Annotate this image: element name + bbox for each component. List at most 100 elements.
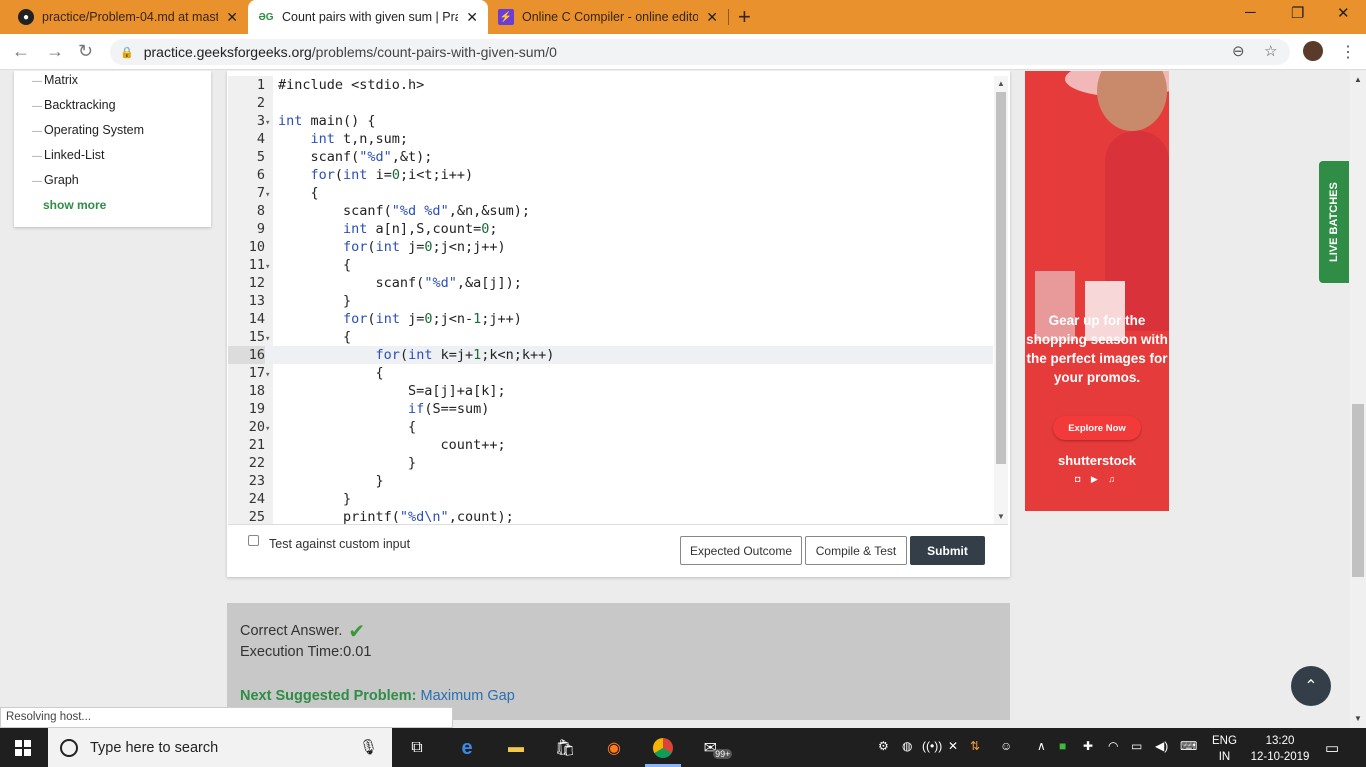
chevron-up-icon[interactable]: ∧	[1037, 739, 1046, 753]
code-editor[interactable]: 1 #include <stdio.h> 2 3▾ int main() {4 in…	[228, 76, 1008, 525]
task-view-icon[interactable]: ⧉	[405, 736, 429, 760]
people-icon[interactable]: ☺	[1000, 739, 1012, 753]
zoom-icon[interactable]: ⊖	[1232, 42, 1245, 60]
code-line[interactable]: 11▾ {	[228, 256, 993, 274]
code-line[interactable]: 3▾ int main() {	[228, 112, 993, 130]
code-line[interactable]: 25 printf("%d\n",count);	[228, 508, 993, 524]
code-line[interactable]: 10 for(int j=0;j<n;j++)	[228, 238, 993, 256]
compile-test-button[interactable]: Compile & Test	[805, 536, 907, 565]
close-icon[interactable]: ✕	[706, 9, 718, 26]
lock-icon: 🔒	[120, 46, 134, 59]
tab-gfg[interactable]: ƏG Count pairs with given sum | Prac ✕	[248, 0, 488, 34]
page-scrollbar[interactable]: ▲ ▼	[1350, 71, 1366, 728]
store-icon[interactable]: 🛍	[553, 736, 577, 760]
topic-item[interactable]: Matrix	[32, 73, 78, 87]
topic-item[interactable]: Backtracking	[32, 98, 116, 112]
windows-taskbar: Type here to search 🎙 ⧉ e ▬ 🛍 ◉ ✉ 99+ ⚙ ◍…	[0, 728, 1366, 767]
code-line[interactable]: 21 count++;	[228, 436, 993, 454]
restore-icon[interactable]: ❐	[1291, 4, 1304, 22]
microphone-icon[interactable]: 🎙	[359, 738, 378, 756]
bookmark-star-icon[interactable]: ☆	[1264, 42, 1277, 60]
code-line[interactable]: 19 if(S==sum)	[228, 400, 993, 418]
close-window-icon[interactable]: ✕	[1337, 4, 1350, 22]
clock[interactable]: 13:20 12-10-2019	[1247, 733, 1313, 765]
tab-online-compiler[interactable]: ⚡ Online C Compiler - online editor ✕	[488, 0, 728, 34]
close-icon[interactable]: ✕	[226, 9, 238, 26]
defender-icon[interactable]: ■	[1059, 739, 1066, 753]
code-line[interactable]: 14 for(int j=0;j<n-1;j++)	[228, 310, 993, 328]
next-problem-link[interactable]: Maximum Gap	[420, 688, 514, 704]
code-line[interactable]: 15▾ {	[228, 328, 993, 346]
volume-icon[interactable]: ◀)	[1155, 739, 1168, 753]
tab-github[interactable]: ● practice/Problem-04.md at maste ✕	[8, 0, 248, 34]
line-number: 2	[256, 95, 265, 111]
language-indicator[interactable]: ENG IN	[1212, 733, 1237, 765]
network-icon[interactable]: ✚	[1083, 739, 1093, 753]
code-line[interactable]: 18 S=a[j]+a[k];	[228, 382, 993, 400]
line-number: 3	[256, 113, 265, 129]
close-icon[interactable]: ✕	[466, 9, 478, 26]
url-input[interactable]: 🔒 practice.geeksforgeeks.org/problems/co…	[110, 39, 1290, 65]
code-line[interactable]: 5 scanf("%d",&t);	[228, 148, 993, 166]
forward-icon[interactable]: →	[46, 41, 64, 62]
code-line[interactable]: 9 int a[n],S,count=0;	[228, 220, 993, 238]
code-line[interactable]: 13 }	[228, 292, 993, 310]
topic-item[interactable]: Operating System	[32, 123, 144, 137]
tray-app-icon[interactable]: ⚙	[878, 739, 889, 753]
file-explorer-icon[interactable]: ▬	[504, 736, 528, 760]
scroll-thumb[interactable]	[1352, 404, 1364, 577]
tray-app-icon[interactable]: ⇅	[970, 739, 980, 753]
expected-outcome-button[interactable]: Expected Outcome	[680, 536, 802, 565]
code-line[interactable]: 8 scanf("%d %d",&n,&sum);	[228, 202, 993, 220]
tray-wireless-icon[interactable]: ((•))	[922, 739, 942, 753]
editor-scrollbar[interactable]: ▲ ▼	[994, 76, 1008, 524]
scroll-down-icon[interactable]: ▼	[1354, 714, 1362, 723]
code-line[interactable]: 7▾ {	[228, 184, 993, 202]
tray-app-icon[interactable]: ✕	[948, 739, 958, 753]
back-icon[interactable]: ←	[12, 41, 30, 62]
code-line[interactable]: 2	[228, 94, 993, 112]
code-line[interactable]: 17▾ {	[228, 364, 993, 382]
line-number: 17	[248, 365, 265, 381]
ad-image-face	[1097, 71, 1167, 131]
code-line[interactable]: 24 }	[228, 490, 993, 508]
code-line[interactable]: 23 }	[228, 472, 993, 490]
battery-icon[interactable]: ▭	[1131, 739, 1142, 753]
keyboard-icon[interactable]: ⌨	[1180, 739, 1197, 753]
code-line[interactable]: 12 scanf("%d",&a[j]);	[228, 274, 993, 292]
advertisement-banner[interactable]: Gear up for the shopping season with the…	[1025, 71, 1169, 511]
show-more-link[interactable]: show more	[43, 198, 106, 212]
submit-button[interactable]: Submit	[910, 536, 985, 565]
live-batches-tab[interactable]: LIVE BATCHES	[1319, 161, 1349, 283]
code-text: #include <stdio.h>	[278, 77, 425, 93]
topic-item[interactable]: Linked-List	[32, 148, 104, 162]
new-tab-icon[interactable]: +	[738, 4, 751, 30]
code-line[interactable]: 20▾ {	[228, 418, 993, 436]
scroll-to-top-button[interactable]: ⌃	[1291, 666, 1331, 706]
scroll-down-icon[interactable]: ▼	[997, 512, 1005, 521]
custom-input-checkbox[interactable]	[248, 535, 259, 546]
code-line[interactable]: 1 #include <stdio.h>	[228, 76, 993, 94]
wifi-icon[interactable]: ◠	[1108, 739, 1118, 753]
scroll-thumb[interactable]	[996, 92, 1006, 464]
windows-start-icon[interactable]	[15, 740, 31, 756]
code-line[interactable]: 22 }	[228, 454, 993, 472]
firefox-icon[interactable]: ◉	[602, 736, 626, 760]
menu-icon[interactable]: ⋮	[1340, 42, 1356, 62]
avatar[interactable]	[1303, 41, 1323, 61]
chrome-icon[interactable]	[651, 736, 675, 760]
minimize-icon[interactable]: ─	[1245, 4, 1256, 21]
taskbar-search-input[interactable]: Type here to search 🎙	[48, 728, 392, 767]
code-line[interactable]: 6 for(int i=0;i<t;i++)	[228, 166, 993, 184]
edge-icon[interactable]: e	[455, 736, 479, 760]
notifications-icon[interactable]: ▭	[1325, 739, 1339, 757]
scroll-up-icon[interactable]: ▲	[997, 79, 1005, 88]
topic-item[interactable]: Graph	[32, 173, 79, 187]
reload-icon[interactable]: ↻	[78, 41, 93, 62]
code-line[interactable]: 16 for(int k=j+1;k<n;k++)	[228, 346, 993, 364]
code-line[interactable]: 4 int t,n,sum;	[228, 130, 993, 148]
ad-explore-button[interactable]: Explore Now	[1053, 416, 1141, 440]
scroll-up-icon[interactable]: ▲	[1354, 75, 1362, 84]
tray-app-icon[interactable]: ◍	[902, 739, 912, 753]
mail-icon[interactable]: ✉ 99+	[700, 736, 736, 760]
